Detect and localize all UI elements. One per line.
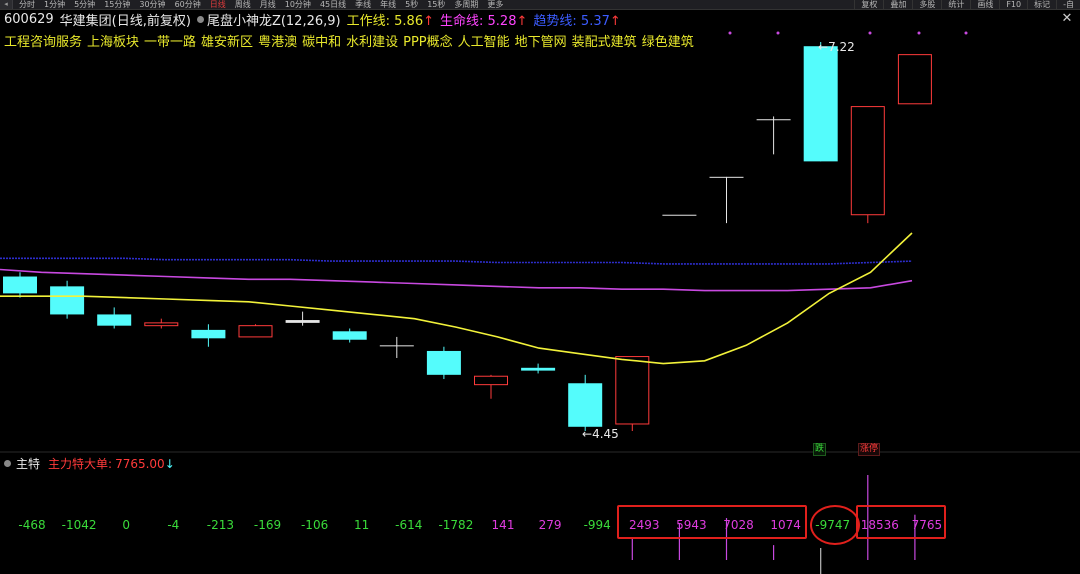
high-price-label: ←7.22 (818, 40, 855, 54)
volume-value-3: -4 (167, 518, 180, 532)
volume-value-10: 141 (491, 518, 515, 532)
candle-body-18 (850, 106, 885, 216)
highlight-box-limit-up (856, 505, 946, 539)
main-force-label: 主力特大单: (48, 457, 113, 471)
candle-body-9 (426, 350, 461, 375)
candle-body-10 (474, 375, 508, 386)
candle-body-4 (191, 329, 226, 339)
candle-body-0 (3, 276, 37, 294)
candle-body-7 (332, 331, 367, 340)
main-force-value: 7765.00 (115, 456, 165, 471)
candle-body-11 (521, 367, 556, 371)
top-marker-0 (728, 31, 732, 35)
highlight-box-positive-run (617, 505, 807, 539)
volume-value-4: -213 (206, 518, 235, 532)
trend-line (0, 257, 913, 265)
candlestick-chart (0, 31, 1080, 574)
candle-body-15 (709, 176, 744, 178)
candle-body-5 (238, 325, 273, 338)
top-marker-1 (776, 31, 780, 35)
volume-value-9: -1782 (438, 518, 474, 532)
volume-value-8: -614 (395, 518, 423, 532)
highlight-ellipse-negative (810, 505, 860, 545)
limit-up-tag: 涨停 (858, 443, 881, 456)
volume-value-12: -994 (583, 518, 611, 532)
candle-body-17 (803, 46, 838, 162)
top-marker-4 (964, 31, 968, 35)
candle-body-16 (756, 119, 791, 121)
volume-value-5: -169 (253, 518, 282, 532)
top-marker-2 (868, 31, 872, 35)
candle-body-2 (97, 314, 132, 326)
lower-panel-grip-icon[interactable] (4, 460, 11, 467)
volume-value-6: -106 (300, 518, 329, 532)
lower-panel-header: 主特 主力特大单: 7765.00 ↓ (4, 455, 175, 472)
candle-body-19 (897, 54, 932, 105)
candle-body-13 (615, 356, 650, 425)
volume-value-11: 279 (538, 518, 562, 532)
top-marker-3 (917, 31, 921, 35)
low-price-label: ←4.45 (582, 427, 619, 441)
volume-value-7: 11 (354, 518, 370, 532)
volume-value-2: 0 (122, 518, 131, 532)
lower-panel-title[interactable]: 主特 (16, 455, 40, 472)
work-line (0, 232, 913, 365)
volume-value-0: -468 (18, 518, 46, 532)
main-force-down-arrow-icon: ↓ (164, 456, 175, 471)
candle-body-1 (50, 286, 85, 315)
down-tag: 跌 (813, 443, 827, 456)
candle-body-6 (285, 320, 320, 323)
life-line (0, 268, 913, 292)
candle-body-8 (379, 345, 414, 347)
candle-body-3 (144, 322, 179, 327)
candle-body-14 (662, 214, 697, 216)
candle-body-12 (568, 383, 603, 427)
volume-value-1: -1042 (61, 518, 97, 532)
